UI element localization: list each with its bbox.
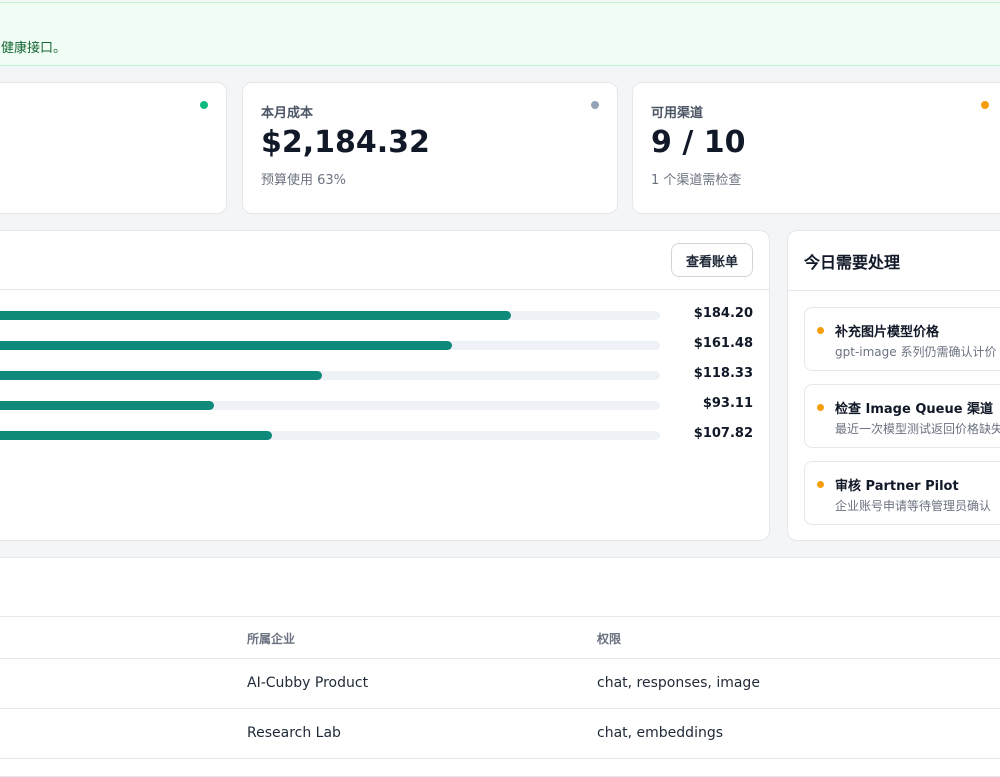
cost-bar-fill xyxy=(0,401,214,410)
warning-dot-icon xyxy=(817,327,824,334)
cost-bar-row: $118.33 xyxy=(0,366,769,386)
cost-bar-track xyxy=(0,371,660,380)
stat-sub: 1 个渠道需检查 xyxy=(651,173,742,188)
cost-bar-row: $93.11 xyxy=(0,396,769,416)
cell-enterprise: Research Lab xyxy=(247,725,341,741)
cost-bar-row: $161.48 xyxy=(0,336,769,356)
table-row[interactable]: AI-Cubby Product chat, responses, image xyxy=(0,659,1000,709)
status-dot-icon xyxy=(981,101,989,109)
stat-label: 可用渠道 xyxy=(651,106,704,121)
cost-breakdown-panel: 查看账单 $184.20 $161.48 $118.33 $93.11 $107… xyxy=(0,230,770,541)
cost-bar-value: $161.48 xyxy=(693,336,753,351)
cost-bar-track xyxy=(0,341,660,350)
todo-panel: 今日需要处理 补充图片模型价格 gpt-image 系列仍需确认计价 检查 Im… xyxy=(787,230,1000,541)
todo-divider xyxy=(788,290,1000,291)
todo-item-title: 审核 Partner Pilot xyxy=(835,479,959,494)
todo-item[interactable]: 审核 Partner Pilot 企业账号申请等待管理员确认 xyxy=(804,461,1000,525)
warning-dot-icon xyxy=(817,404,824,411)
cost-bar-fill xyxy=(0,341,452,350)
todo-item[interactable]: 补充图片模型价格 gpt-image 系列仍需确认计价 xyxy=(804,307,1000,371)
cost-bar-value: $93.11 xyxy=(702,396,753,411)
health-notice-text: 健康接口。 xyxy=(1,41,67,56)
health-notice-banner: 健康接口。 xyxy=(0,2,1000,66)
todo-item-desc: 企业账号申请等待管理员确认 xyxy=(835,499,992,513)
stat-label: 本月成本 xyxy=(261,106,314,121)
warning-dot-icon xyxy=(817,481,824,488)
cost-bar-fill xyxy=(0,311,511,320)
cell-permissions: chat, embeddings xyxy=(597,725,724,741)
stat-card-monthly-cost: 本月成本 $2,184.32 预算使用 63% xyxy=(242,82,618,214)
todo-item[interactable]: 检查 Image Queue 渠道 最近一次模型测试返回价格缺失 xyxy=(804,384,1000,448)
column-header-enterprise: 所属企业 xyxy=(247,632,296,646)
column-header-permissions: 权限 xyxy=(597,632,622,646)
api-keys-panel: 所属企业 权限 AI-Cubby Product chat, responses… xyxy=(0,557,1000,777)
cost-bar-value: $107.82 xyxy=(693,426,753,441)
todo-item-title: 补充图片模型价格 xyxy=(835,325,940,340)
table-header: 所属企业 权限 xyxy=(0,616,1000,659)
status-dot-icon xyxy=(200,101,208,109)
stat-card-channels: 可用渠道 9 / 10 1 个渠道需检查 xyxy=(632,82,1000,214)
todo-item-title: 检查 Image Queue 渠道 xyxy=(835,402,994,417)
cost-bar-value: $118.33 xyxy=(693,366,753,381)
stat-value: $2,184.32 xyxy=(261,125,430,160)
cost-bar-track xyxy=(0,311,660,320)
stat-value: 9 / 10 xyxy=(651,125,746,160)
cell-enterprise: AI-Cubby Product xyxy=(247,675,369,691)
todo-panel-title: 今日需要处理 xyxy=(804,253,901,272)
todo-item-desc: gpt-image 系列仍需确认计价 xyxy=(835,345,997,359)
cost-bar-value: $184.20 xyxy=(693,306,753,321)
stat-sub: 预算使用 63% xyxy=(261,173,347,188)
cell-permissions: chat, responses, image xyxy=(597,675,760,691)
cost-bar-track xyxy=(0,401,660,410)
status-dot-icon xyxy=(591,101,599,109)
stat-card-status xyxy=(0,82,227,214)
cost-bar-fill xyxy=(0,371,322,380)
cost-bar-row: $184.20 xyxy=(0,306,769,326)
cost-bar-row: $107.82 xyxy=(0,426,769,446)
cost-bar-track xyxy=(0,431,660,440)
view-bill-button[interactable]: 查看账单 xyxy=(671,243,753,277)
cost-bar-fill xyxy=(0,431,272,440)
todo-item-desc: 最近一次模型测试返回价格缺失 xyxy=(835,422,1000,436)
cost-panel-header: 查看账单 xyxy=(0,231,769,290)
table-row[interactable]: Research Lab chat, embeddings xyxy=(0,709,1000,759)
